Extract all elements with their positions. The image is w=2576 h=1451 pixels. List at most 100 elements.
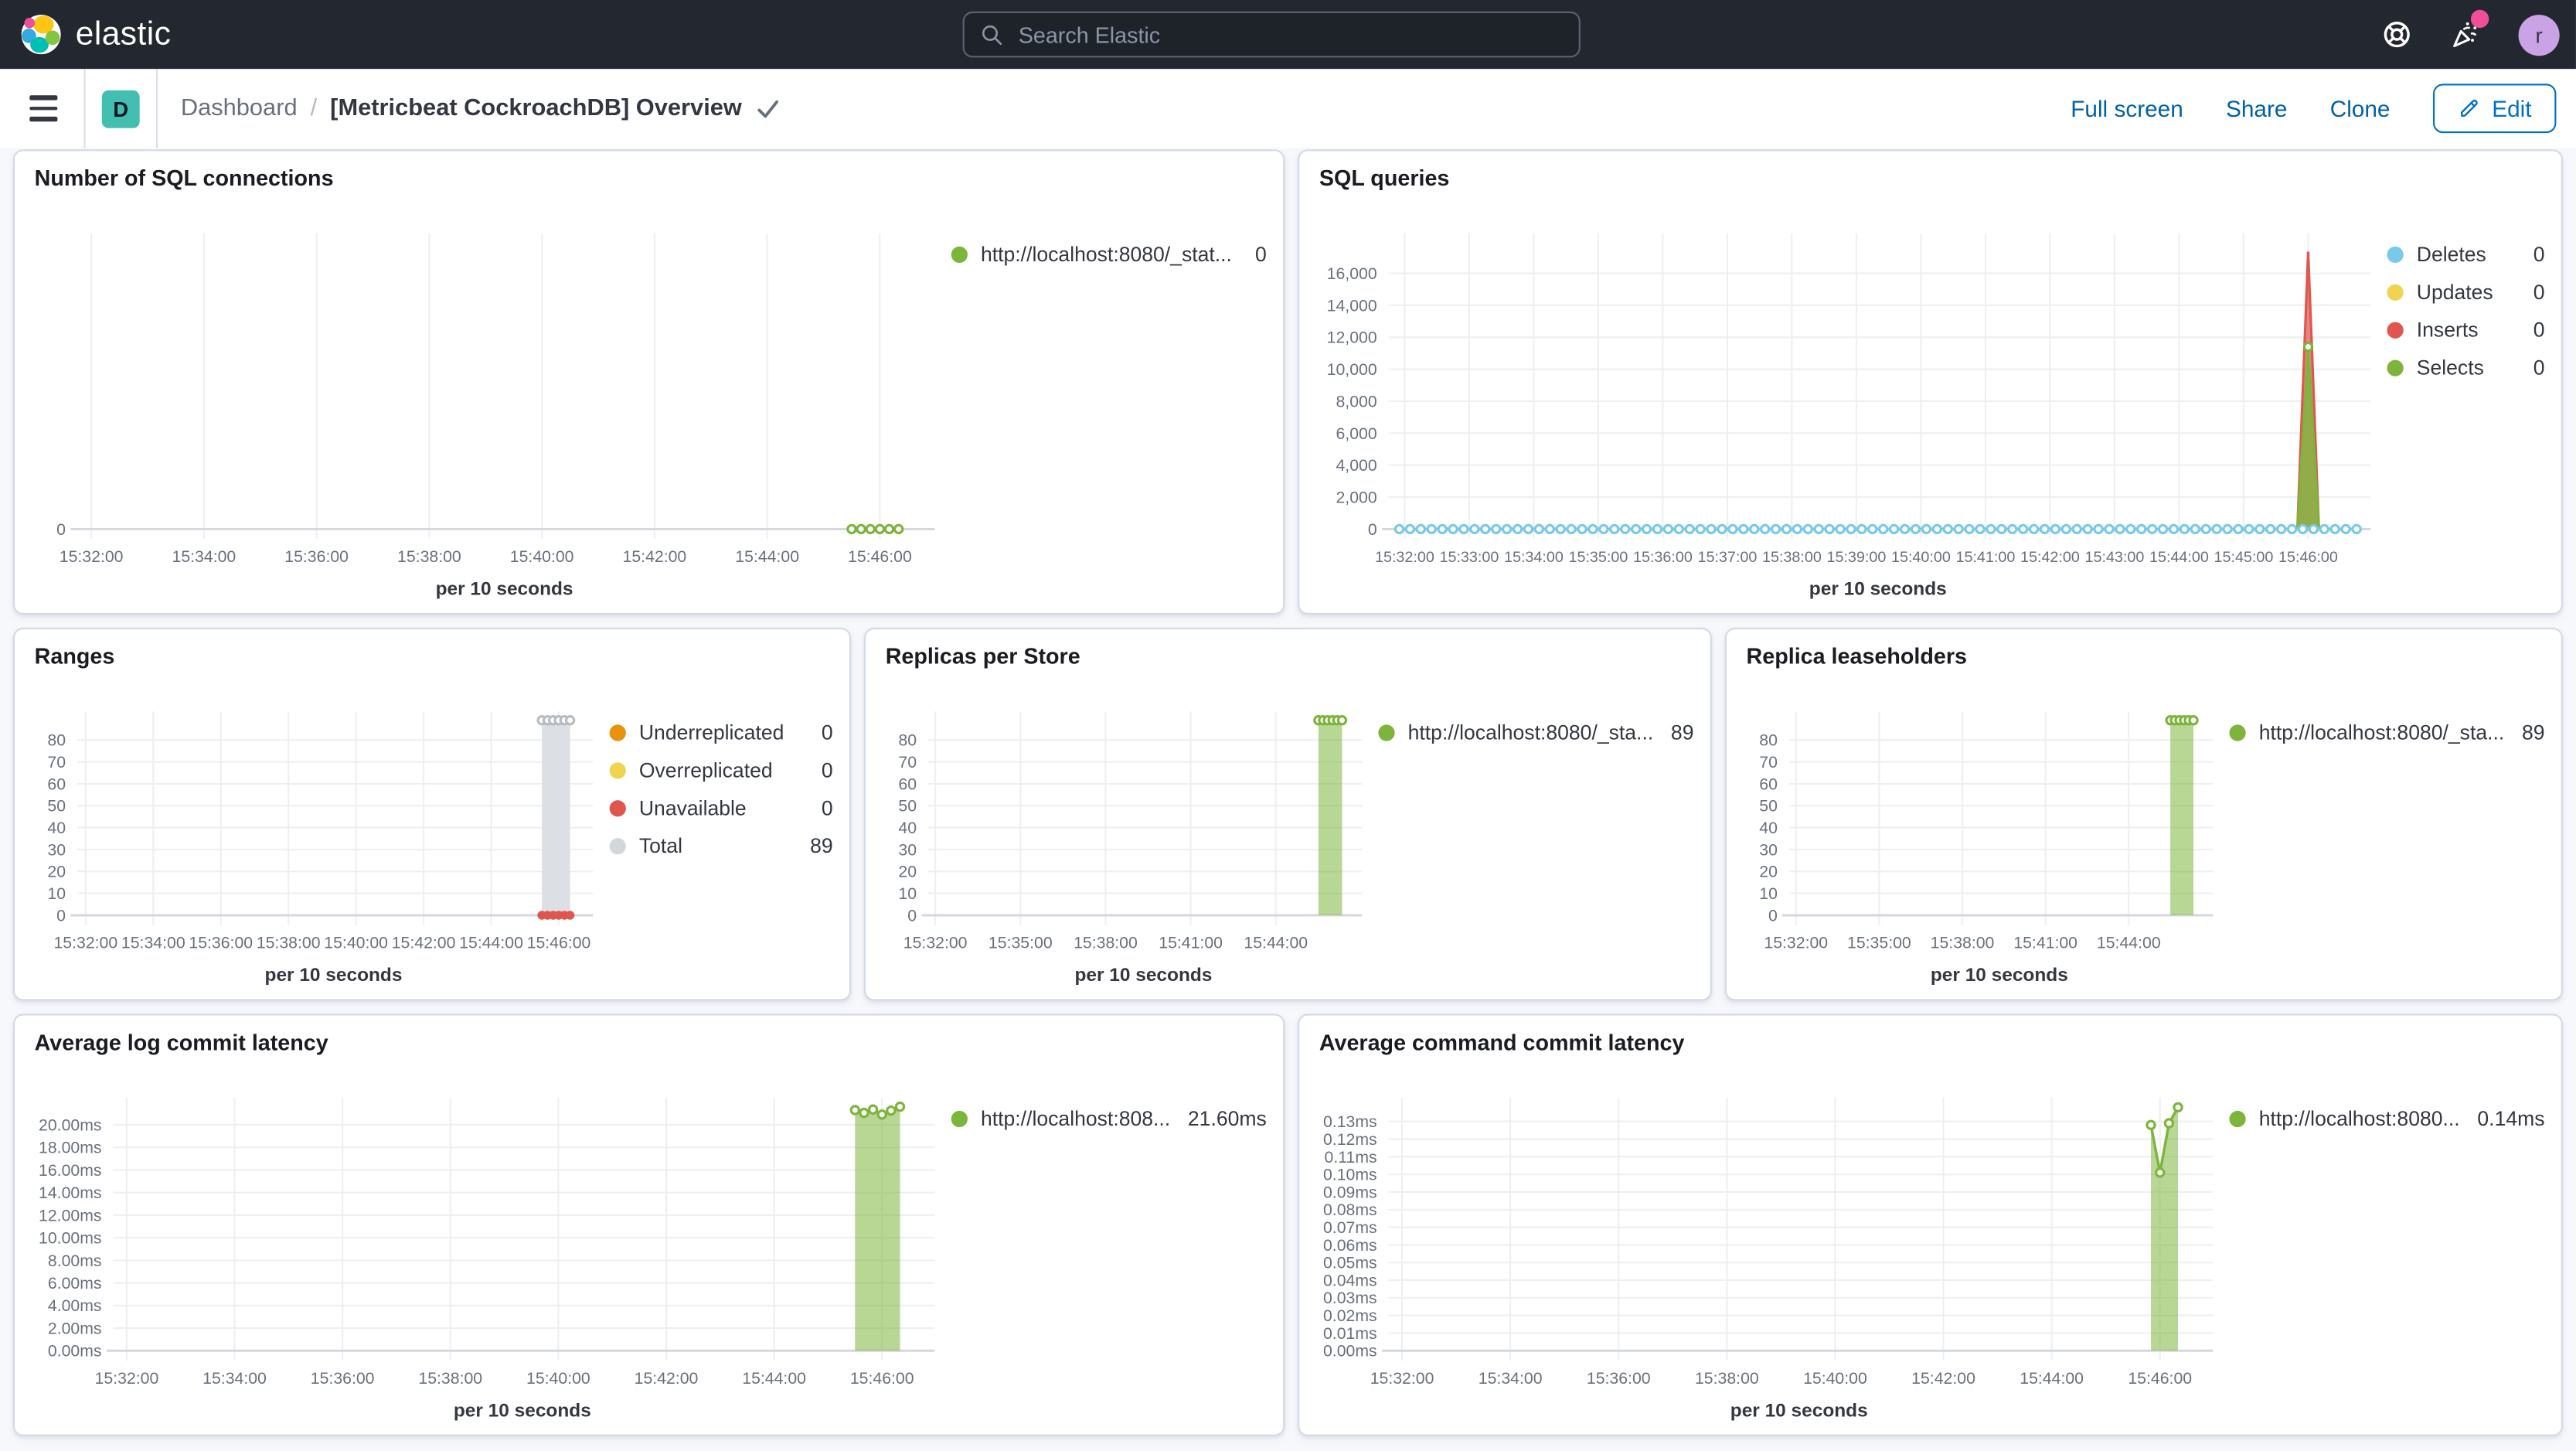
replica-leaseholders-chart[interactable]: 15:32:00 15:35:00 15:38:00 15:41:00 15:44:00… (1747, 685, 2230, 990)
menu-icon[interactable] (20, 86, 68, 131)
space-badge[interactable]: D (101, 89, 140, 128)
breadcrumb-dashboard-link[interactable]: Dashboard (181, 95, 298, 121)
user-avatar[interactable]: r (2518, 14, 2560, 56)
chart-legend: http://localhost:8080/_sta... 89 (1378, 685, 1693, 990)
legend-item[interactable]: Overreplicated 0 (609, 759, 833, 782)
svg-text:6.00ms: 6.00ms (48, 1274, 102, 1293)
legend-item[interactable]: Inserts 0 (2387, 318, 2545, 342)
panel-title[interactable]: Replicas per Store (886, 642, 1691, 672)
panel-ranges: Ranges 15:32:00 15:34:00 15:36:00 15:38:00 1… (13, 627, 852, 1001)
svg-text:30: 30 (1759, 840, 1778, 859)
panel-title[interactable]: Number of SQL connections (35, 165, 1264, 194)
elastic-logo[interactable]: elastic (0, 13, 315, 56)
series-color-dot (951, 1110, 968, 1128)
svg-text:15:38:00: 15:38:00 (257, 933, 321, 952)
dashboard-toolbar: D Dashboard / [Metricbeat CockroachDB] O… (0, 69, 2576, 148)
legend-item[interactable]: http://localhost:8080... 0.14ms (2229, 1108, 2545, 1130)
legend-item[interactable]: Underreplicated 0 (609, 721, 833, 744)
svg-text:0.10ms: 0.10ms (1323, 1166, 1377, 1184)
brand-wordmark: elastic (75, 15, 172, 52)
series-color-dot (1378, 724, 1395, 741)
legend-item[interactable]: Deletes 0 (2387, 244, 2545, 266)
ranges-chart[interactable]: 15:32:00 15:34:00 15:36:00 15:38:00 15:40:00… (35, 685, 610, 990)
svg-text:15:38:00: 15:38:00 (397, 547, 461, 566)
panel-title[interactable]: Replica leaseholders (1747, 642, 2542, 672)
svg-text:15:36:00: 15:36:00 (284, 547, 349, 566)
svg-text:15:32:00: 15:32:00 (1375, 549, 1434, 566)
legend-item[interactable]: http://localhost:8080/_sta... 89 (1378, 721, 1693, 744)
series-color-dot (2229, 724, 2246, 741)
legend-value: 89 (1670, 721, 1694, 744)
svg-text:15:38:00: 15:38:00 (418, 1369, 482, 1388)
legend-value: 0 (821, 759, 833, 782)
panel-title[interactable]: Average command commit latency (1319, 1029, 2541, 1058)
series-color-dot (951, 246, 968, 264)
svg-text:10: 10 (898, 884, 917, 903)
svg-text:15:44:00: 15:44:00 (735, 547, 799, 566)
sql-queries-chart[interactable]: 15:32:00 15:33:00 15:34:00 15:35:00 15:36:00… (1319, 207, 2387, 605)
series-color-dot (2229, 1110, 2246, 1128)
svg-text:15:41:00: 15:41:00 (1955, 549, 2015, 566)
legend-item[interactable]: Selects 0 (2387, 356, 2545, 380)
legend-item[interactable]: http://localhost:8080/_stat... 0 (951, 244, 1267, 266)
svg-text:20: 20 (1759, 863, 1778, 881)
panel-replica-leaseholders: Replica leaseholders 15:32:00 15:35:00 15:… (1724, 627, 2563, 1001)
legend-item[interactable]: Total 89 (609, 834, 833, 858)
svg-text:0.11ms: 0.11ms (1325, 1148, 1377, 1167)
svg-text:30: 30 (47, 840, 66, 859)
panel-title[interactable]: SQL queries (1319, 165, 2541, 194)
search-input[interactable] (1015, 20, 1563, 49)
replicas-per-store-chart[interactable]: 15:32:00 15:35:00 15:38:00 15:41:00 15:44:00… (886, 685, 1379, 990)
svg-text:15:40:00: 15:40:00 (526, 1369, 590, 1388)
svg-text:40: 40 (47, 819, 66, 837)
panel-title[interactable]: Average log commit latency (35, 1029, 1264, 1058)
command-commit-latency-chart[interactable]: 15:32:00 15:34:00 15:36:00 15:38:00 15:40:00… (1319, 1071, 2230, 1426)
panel-number-of-sql-connections: Number of SQL connections 15:32:00 15:34:… (13, 149, 1285, 615)
svg-text:10: 10 (1759, 884, 1778, 903)
check-icon[interactable] (755, 96, 780, 121)
full-screen-button[interactable]: Full screen (2071, 95, 2183, 121)
legend-item[interactable]: http://localhost:8080/_sta... 89 (2229, 721, 2545, 744)
svg-text:15:33:00: 15:33:00 (1439, 549, 1499, 566)
sql-connections-chart[interactable]: 15:32:00 15:34:00 15:36:00 15:38:00 15:40:00… (35, 207, 951, 605)
legend-item[interactable]: http://localhost:808... 21.60ms (951, 1107, 1267, 1131)
legend-value: 0 (821, 721, 833, 744)
legend-value: 89 (810, 834, 833, 858)
series-color-dot (2387, 246, 2404, 264)
clone-button[interactable]: Clone (2330, 95, 2391, 121)
svg-text:15:44:00: 15:44:00 (2020, 1369, 2084, 1388)
page-title: [Metricbeat CockroachDB] Overview (330, 95, 742, 122)
svg-text:0.06ms: 0.06ms (1323, 1236, 1377, 1255)
svg-text:0.08ms: 0.08ms (1323, 1201, 1377, 1219)
edit-button[interactable]: Edit (2432, 83, 2557, 134)
legend-item[interactable]: Unavailable 0 (609, 797, 833, 820)
svg-text:70: 70 (1759, 753, 1778, 771)
log-commit-latency-chart[interactable]: 15:32:00 15:34:00 15:36:00 15:38:00 15:40:00… (35, 1071, 951, 1426)
series-color-dot (609, 724, 626, 741)
svg-text:0: 0 (56, 906, 66, 925)
svg-text:50: 50 (47, 797, 66, 816)
svg-text:15:43:00: 15:43:00 (2084, 549, 2144, 566)
legend-item[interactable]: Updates 0 (2387, 281, 2545, 305)
legend-label: http://localhost:8080/_sta... (1407, 721, 1654, 744)
svg-text:0.00ms: 0.00ms (1323, 1342, 1377, 1361)
svg-text:60: 60 (47, 775, 66, 793)
svg-text:15:32:00: 15:32:00 (1764, 933, 1828, 952)
svg-text:50: 50 (898, 797, 917, 816)
legend-value: 21.60ms (1187, 1107, 1267, 1131)
panel-title[interactable]: Ranges (35, 642, 830, 672)
help-icon[interactable] (2380, 18, 2414, 51)
svg-text:15:32:00: 15:32:00 (95, 1369, 159, 1388)
svg-text:0: 0 (56, 520, 66, 539)
global-search[interactable] (962, 11, 1581, 58)
svg-text:15:44:00: 15:44:00 (459, 933, 523, 952)
newsfeed-icon[interactable] (2449, 9, 2489, 51)
svg-text:0.00ms: 0.00ms (48, 1342, 102, 1361)
legend-label: Updates (2416, 281, 2493, 305)
svg-text:15:42:00: 15:42:00 (2020, 549, 2080, 566)
legend-value: 0 (2533, 318, 2545, 342)
svg-text:80: 80 (1759, 731, 1778, 750)
panel-sql-queries: SQL queries 15:32:00 15:33:00 15:34:00 15:3… (1298, 149, 2563, 615)
series-color-dot (609, 838, 626, 855)
share-button[interactable]: Share (2226, 95, 2287, 121)
